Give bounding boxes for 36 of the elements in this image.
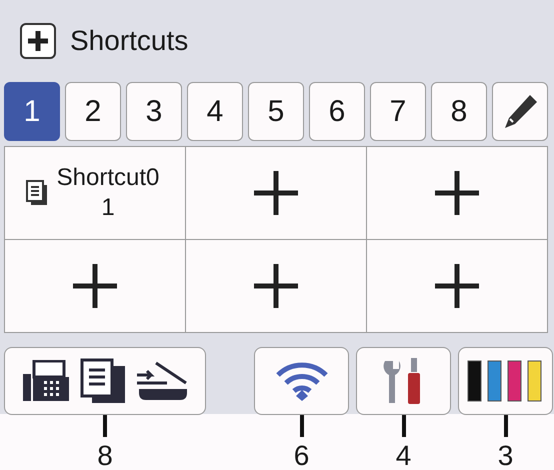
- plus-icon: [433, 262, 481, 310]
- callout-number: 4: [396, 439, 412, 470]
- ink-level-icon: [466, 360, 544, 402]
- add-shortcut-button[interactable]: [186, 147, 366, 239]
- copy-icon: [80, 358, 126, 404]
- plus-icon: [433, 169, 481, 217]
- screen-title: Shortcuts: [70, 24, 188, 58]
- page-tab[interactable]: 3: [126, 82, 182, 141]
- page-tab[interactable]: 5: [248, 82, 304, 141]
- page-tab[interactable]: 1: [4, 82, 60, 141]
- callout-number: 3: [498, 439, 514, 470]
- settings-button[interactable]: [356, 347, 451, 415]
- modes-button[interactable]: [4, 347, 206, 415]
- plus-icon: [252, 262, 300, 310]
- add-shortcut-button[interactable]: [367, 240, 547, 332]
- shortcut-button[interactable]: Shortcut01: [5, 147, 185, 239]
- page-tab[interactable]: 2: [65, 82, 121, 141]
- add-icon: [20, 23, 56, 59]
- add-shortcut-button[interactable]: [367, 147, 547, 239]
- plus-icon: [71, 262, 119, 310]
- plus-icon: [252, 169, 300, 217]
- add-shortcut-button[interactable]: [5, 240, 185, 332]
- wifi-icon: [274, 361, 328, 401]
- document-icon: [26, 180, 48, 206]
- page-tab[interactable]: 6: [309, 82, 365, 141]
- callout-number: 6: [294, 439, 310, 470]
- ink-button[interactable]: [458, 347, 553, 415]
- wifi-button[interactable]: [254, 347, 349, 415]
- callout-number: 8: [97, 439, 113, 470]
- edit-button[interactable]: [492, 82, 548, 141]
- scanner-icon: [136, 361, 188, 401]
- page-tab[interactable]: 8: [431, 82, 487, 141]
- fax-icon: [22, 360, 70, 402]
- page-tab[interactable]: 4: [187, 82, 243, 141]
- add-shortcut-button[interactable]: [186, 240, 366, 332]
- page-tab[interactable]: 7: [370, 82, 426, 141]
